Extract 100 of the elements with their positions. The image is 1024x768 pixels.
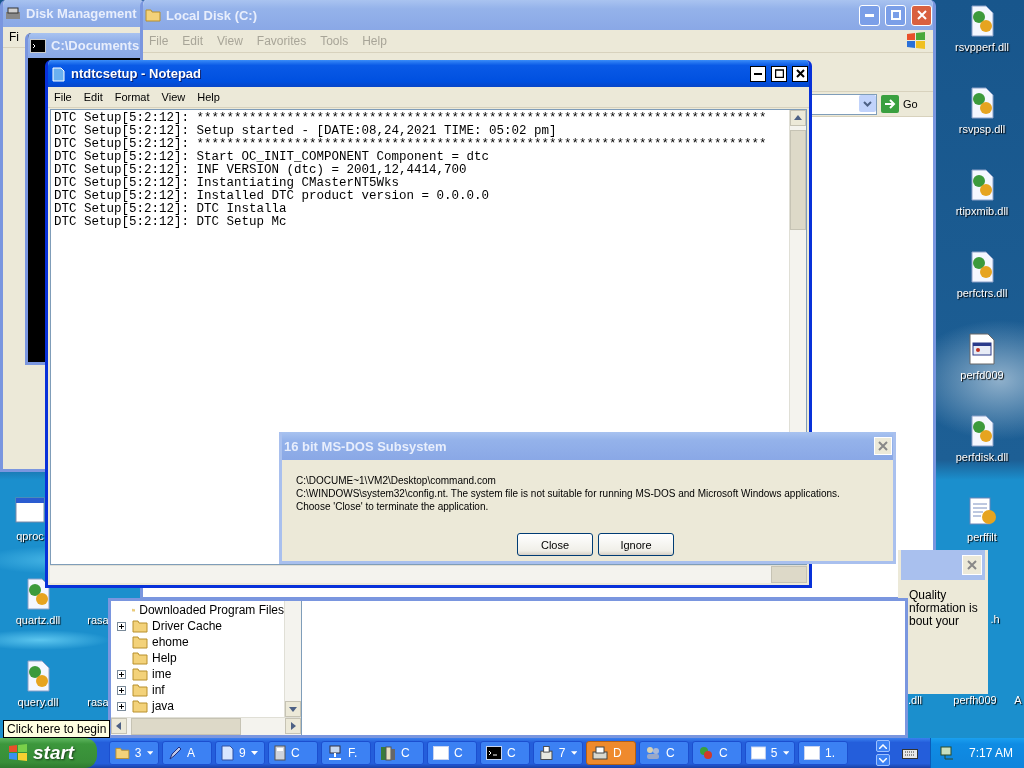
icon-label[interactable]: perfh009 bbox=[953, 694, 997, 706]
close-button[interactable] bbox=[792, 65, 808, 82]
tooltip: Click here to begin bbox=[3, 720, 111, 738]
icon-label[interactable]: perfdisk.dll bbox=[955, 451, 1009, 463]
network-icon bbox=[327, 745, 343, 761]
text-line: DTC Setup[5:2:12]: Setup started - [DATE:08,24,2021 TIME: 05:02 pm] bbox=[54, 125, 557, 138]
icon-label[interactable]: rasa bbox=[87, 614, 109, 626]
scrollbar[interactable] bbox=[50, 565, 807, 583]
ignore-button[interactable]: Ignore bbox=[598, 533, 674, 556]
book-icon bbox=[380, 745, 396, 761]
down-arrow-icon bbox=[289, 705, 297, 713]
text-line: DTC Setup[5:2:12]: **************************************************************************** bbox=[54, 138, 768, 151]
tree-item[interactable]: java bbox=[117, 698, 284, 714]
window-title: 16 bit MS-DOS Subsystem bbox=[284, 438, 448, 454]
icon-label[interactable]: qproc bbox=[16, 530, 44, 542]
tree-item[interactable]: ehome bbox=[117, 634, 284, 650]
dialog-text: Quality bbox=[909, 589, 948, 602]
menu-item[interactable]: File bbox=[149, 34, 169, 48]
icon-label[interactable]: perfctrs.dll bbox=[956, 287, 1008, 299]
taskbar-button[interactable]: C bbox=[639, 741, 689, 765]
people-icon bbox=[645, 745, 661, 761]
window-title: Local Disk (C:) bbox=[166, 7, 258, 23]
maximize-icon bbox=[774, 69, 784, 78]
start-button[interactable]: start bbox=[0, 738, 97, 768]
icon-label[interactable]: query.dll bbox=[17, 696, 59, 708]
icon-label[interactable]: perfd009 bbox=[960, 369, 1004, 381]
scrollbar[interactable] bbox=[111, 717, 301, 735]
icon-label[interactable]: quartz.dll bbox=[15, 614, 61, 626]
menu-item[interactable]: Help bbox=[197, 91, 220, 103]
menu-item[interactable]: Favorites bbox=[256, 34, 307, 48]
taskbar-button[interactable]: C bbox=[480, 741, 530, 765]
tree-item[interactable]: ime bbox=[117, 666, 284, 682]
window-icon bbox=[751, 746, 766, 760]
up-arrow-icon bbox=[794, 114, 802, 122]
network-icon[interactable] bbox=[939, 745, 955, 761]
dialog-text: bout your bbox=[909, 615, 961, 628]
menu-item[interactable]: Fi bbox=[9, 30, 19, 44]
menu-item[interactable]: Format bbox=[114, 91, 150, 103]
taskbar-button[interactable]: 7 bbox=[533, 741, 583, 765]
tree-item[interactable]: Help bbox=[117, 650, 284, 666]
taskbar-button[interactable]: C bbox=[374, 741, 424, 765]
taskbar-button[interactable]: A bbox=[162, 741, 212, 765]
taskbar-button[interactable]: D bbox=[586, 741, 636, 765]
taskbar-button[interactable]: C bbox=[427, 741, 477, 765]
menu-item[interactable]: View bbox=[161, 91, 186, 103]
page-icon bbox=[221, 745, 234, 761]
expand-icon[interactable] bbox=[117, 669, 126, 679]
window-icon bbox=[433, 746, 449, 760]
dialog-text: Choose 'Close' to terminate the application. bbox=[296, 500, 490, 513]
caret-icon bbox=[146, 751, 153, 755]
scroll-down-button[interactable] bbox=[876, 754, 890, 766]
icon-label[interactable]: rsvpsp.dll bbox=[958, 123, 1006, 135]
expand-icon[interactable] bbox=[117, 685, 126, 695]
text-line: DTC Setup[5:2:12]: DTC Setup Mc bbox=[54, 216, 288, 229]
menu-item[interactable]: Help bbox=[362, 34, 387, 48]
left-arrow-icon bbox=[115, 722, 123, 730]
file-icon bbox=[966, 333, 998, 365]
icon-label[interactable]: rtipxmib.dll bbox=[955, 205, 1009, 217]
dialog-text: C:\DOCUME~1\VM2\Desktop\command.com bbox=[296, 474, 497, 487]
menu-item[interactable]: Tools bbox=[320, 34, 349, 48]
fax-icon bbox=[539, 745, 554, 761]
menu-item[interactable]: Edit bbox=[83, 91, 103, 103]
scroll-up-button[interactable] bbox=[876, 740, 890, 752]
calculator-icon bbox=[274, 745, 286, 761]
text-line: DTC Setup[5:2:12]: DTC Installa bbox=[54, 203, 288, 216]
window-icon bbox=[804, 746, 820, 760]
tree-item[interactable]: inf bbox=[117, 682, 284, 698]
icon-label[interactable]: perffilt bbox=[967, 531, 997, 543]
maximize-button[interactable] bbox=[771, 65, 787, 82]
tree-item[interactable]: Driver Cache bbox=[117, 618, 284, 634]
icon-label[interactable]: A bbox=[1014, 694, 1022, 706]
taskbar-button[interactable]: 3 bbox=[109, 741, 159, 765]
minimize-button[interactable] bbox=[750, 65, 766, 82]
minimize-icon bbox=[754, 72, 762, 75]
menu-item[interactable]: View bbox=[217, 34, 243, 48]
keyboard-icon[interactable] bbox=[902, 747, 918, 759]
scrollbar[interactable] bbox=[284, 601, 301, 717]
taskbar-button[interactable]: C bbox=[692, 741, 742, 765]
menu-item[interactable]: File bbox=[54, 91, 72, 103]
clock: 7:17 AM bbox=[969, 746, 1014, 760]
taskbar-button[interactable]: F. bbox=[321, 741, 371, 765]
app-icon bbox=[14, 494, 46, 526]
menu-item[interactable]: Edit bbox=[182, 34, 204, 48]
taskbar-button[interactable]: 1. bbox=[798, 741, 848, 765]
close-button[interactable]: Close bbox=[517, 533, 593, 556]
taskbar-button[interactable]: 9 bbox=[215, 741, 265, 765]
icon-label[interactable]: rasa bbox=[87, 696, 109, 708]
taskbar-button[interactable]: C bbox=[268, 741, 318, 765]
icon-label[interactable]: .h bbox=[990, 613, 1000, 625]
tree-item[interactable]: Downloaded Program Files bbox=[117, 602, 284, 618]
caret-icon bbox=[570, 751, 577, 755]
close-icon bbox=[967, 560, 977, 570]
go-button[interactable]: Go bbox=[881, 94, 929, 114]
dialog-text: C:\WINDOWS\system32\config.nt. The system file is not suitable for running MS-DOS and Microsoft Windows applications. bbox=[296, 487, 841, 500]
expand-icon[interactable] bbox=[117, 701, 126, 711]
expand-icon[interactable] bbox=[117, 621, 126, 631]
icon-label[interactable]: .dll bbox=[907, 694, 923, 706]
window-title: C:\Documents bbox=[51, 38, 141, 53]
taskbar-button[interactable]: 5 bbox=[745, 741, 795, 765]
icon-label[interactable]: rsvpperf.dll bbox=[955, 41, 1009, 53]
